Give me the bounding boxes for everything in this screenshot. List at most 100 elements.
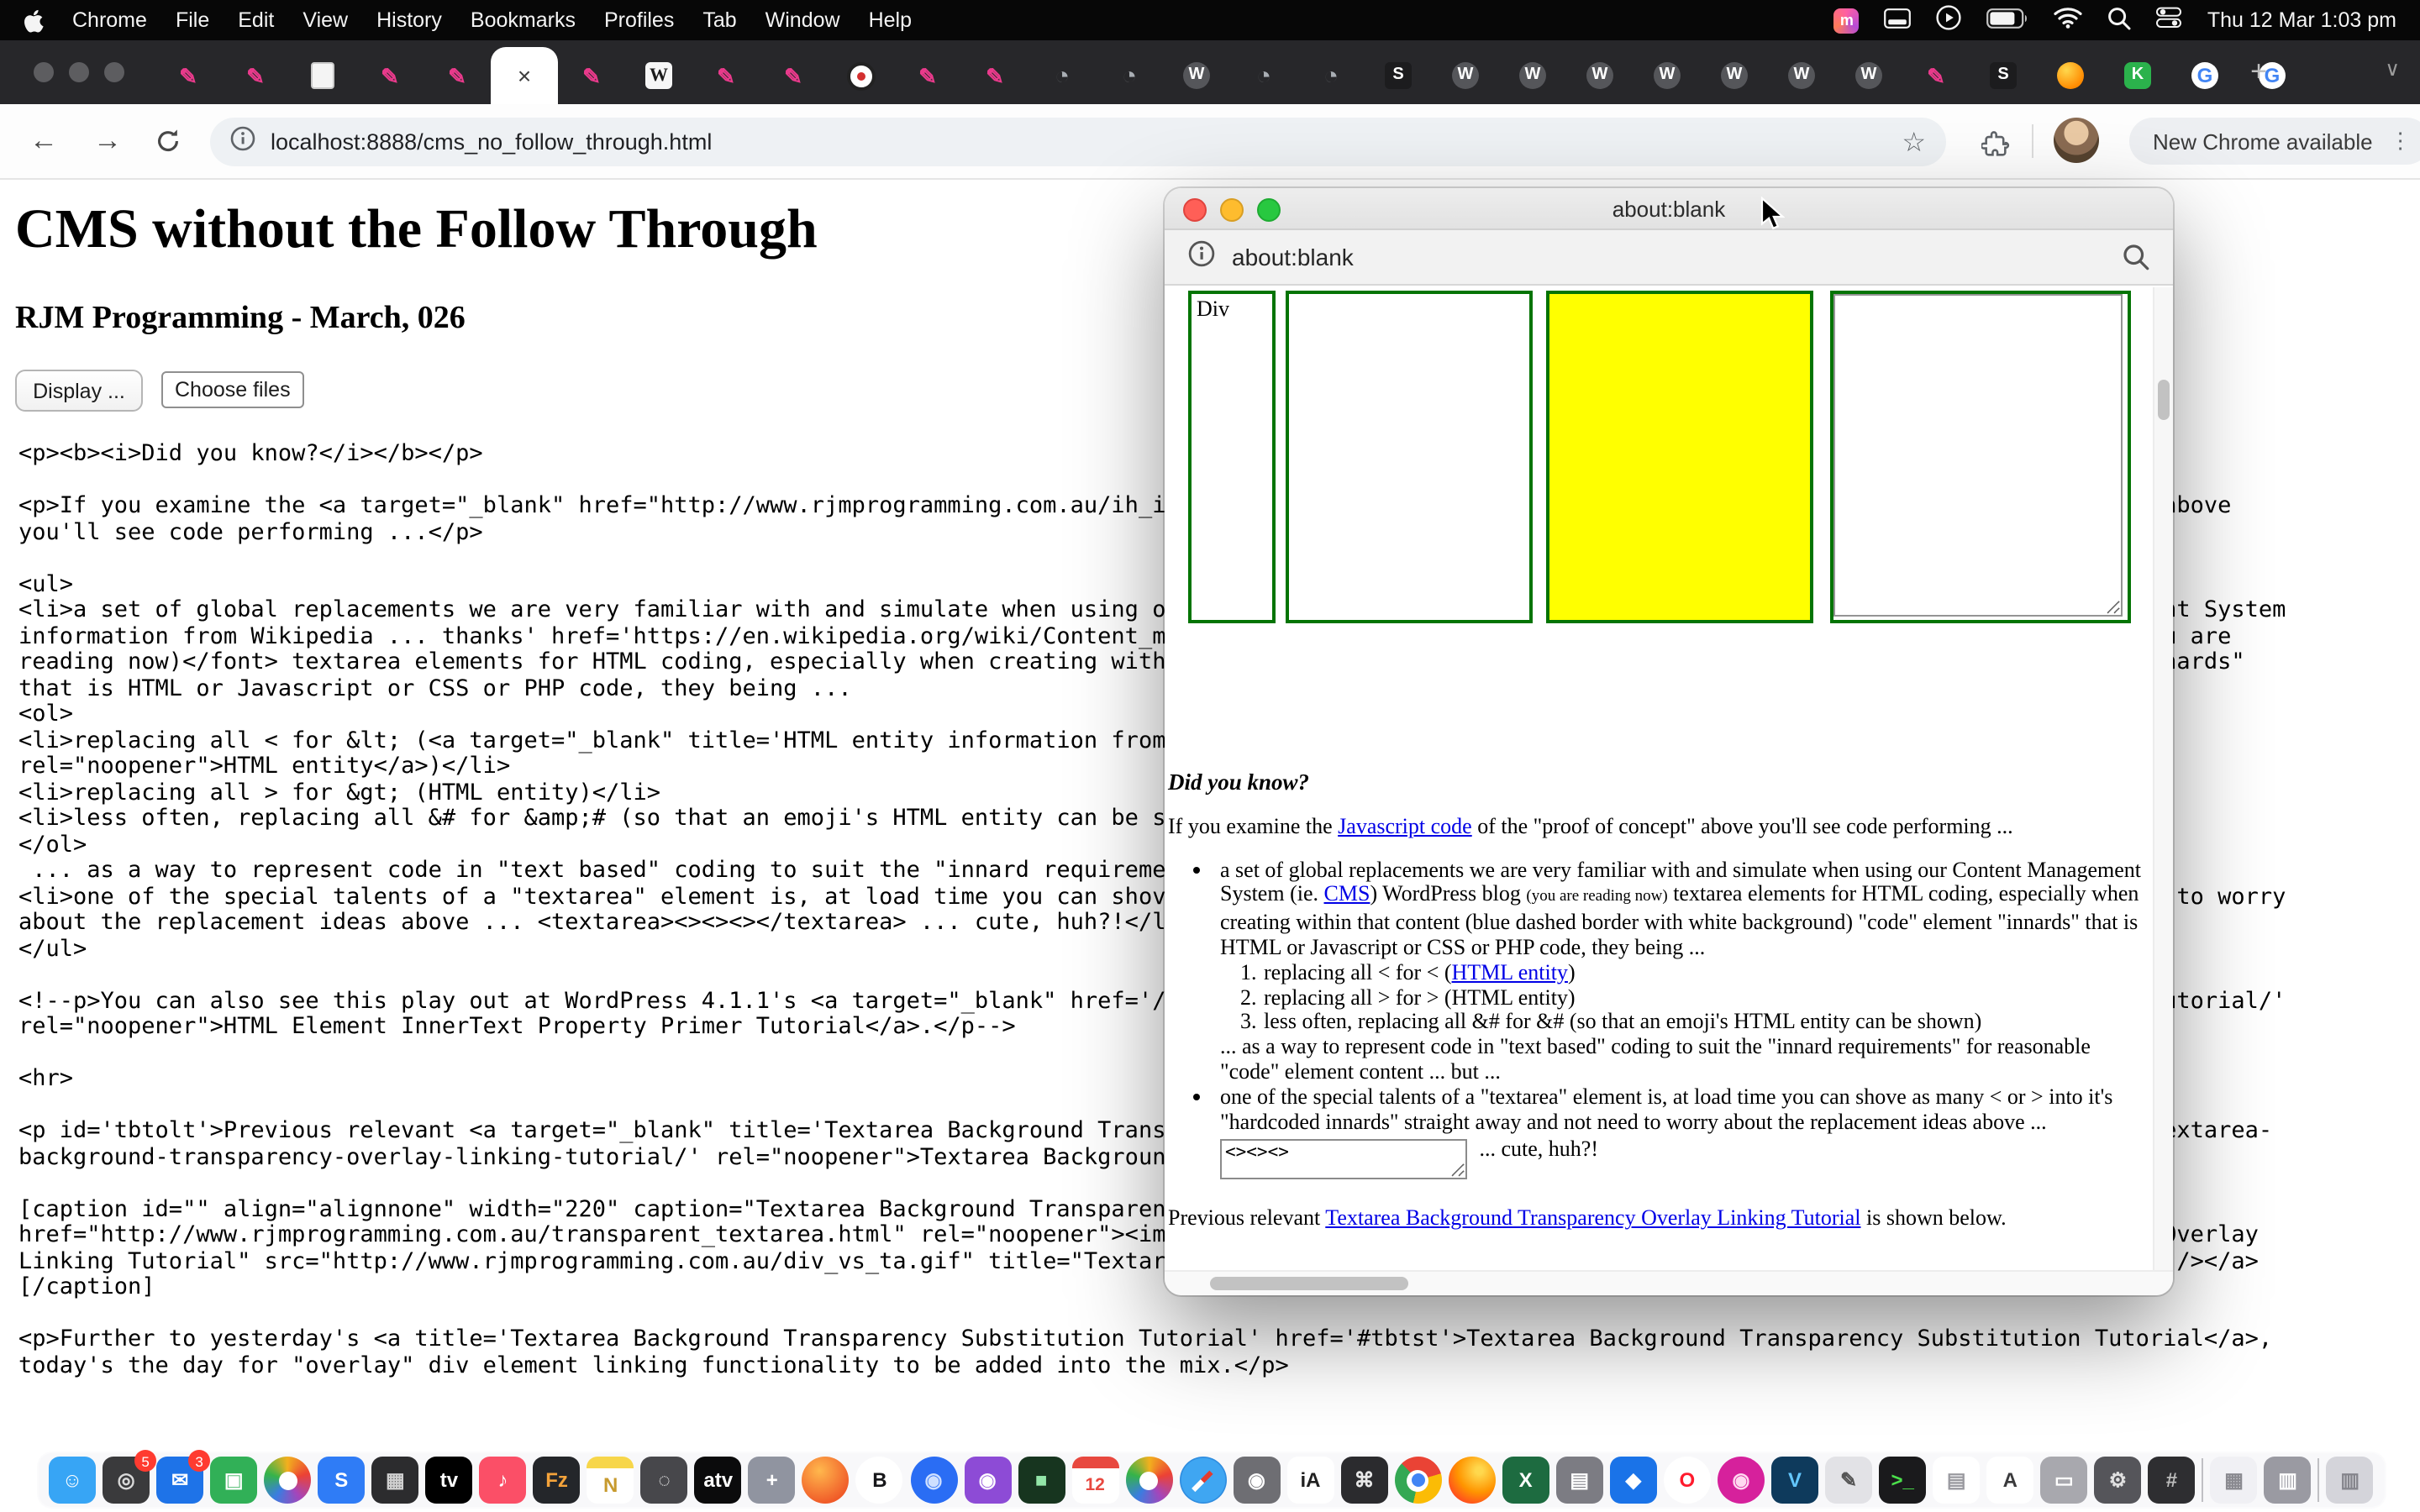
window-zoom-button[interactable] bbox=[104, 62, 124, 82]
browser-tab[interactable]: ◔ bbox=[1096, 47, 1163, 104]
dock-app-icon[interactable]: ✎ bbox=[1825, 1457, 1872, 1504]
display-mirroring-icon[interactable] bbox=[1885, 8, 1912, 33]
display-button[interactable]: Display ... bbox=[15, 370, 143, 412]
window-close-button[interactable] bbox=[34, 62, 54, 82]
browser-tab[interactable]: ✎ bbox=[760, 47, 827, 104]
browser-tab[interactable]: ✎ bbox=[155, 47, 222, 104]
dock-app-icon[interactable]: ▤ bbox=[1556, 1457, 1603, 1504]
menu-bar-item[interactable]: Profiles bbox=[604, 8, 674, 32]
browser-tab[interactable]: W bbox=[1835, 47, 1902, 104]
menu-bar-item[interactable]: Tab bbox=[702, 8, 736, 32]
extensions-puzzle-icon[interactable] bbox=[1975, 124, 2015, 165]
dock-app-icon[interactable]: ☺ bbox=[49, 1457, 96, 1504]
reload-button[interactable] bbox=[148, 121, 188, 161]
window-minimize-button[interactable] bbox=[69, 62, 89, 82]
dock-app-icon[interactable]: ▣ bbox=[210, 1457, 257, 1504]
browser-tab[interactable]: S bbox=[1970, 47, 2037, 104]
address-bar[interactable]: localhost:8888/cms_no_follow_through.htm… bbox=[210, 118, 1946, 166]
dock-app-icon[interactable]: # bbox=[2148, 1457, 2195, 1504]
browser-tab[interactable] bbox=[827, 47, 894, 104]
profile-avatar[interactable] bbox=[2054, 118, 2099, 163]
dock-app-icon[interactable]: Fz bbox=[534, 1457, 581, 1504]
browser-tab[interactable]: W bbox=[1432, 47, 1499, 104]
popup-title-bar[interactable]: about:blank bbox=[1165, 188, 2173, 230]
browser-tab[interactable]: W bbox=[1566, 47, 1634, 104]
spotlight-search-icon[interactable] bbox=[2108, 6, 2132, 34]
dock-app-icon[interactable]: X bbox=[1502, 1457, 1549, 1504]
forward-button[interactable]: → bbox=[87, 121, 128, 161]
menu-bar-item[interactable]: History bbox=[376, 8, 442, 32]
browser-tab[interactable]: W bbox=[1701, 47, 1768, 104]
dock-app-icon[interactable]: >_ bbox=[1879, 1457, 1926, 1504]
dock-app-icon[interactable] bbox=[802, 1457, 850, 1504]
chrome-update-button[interactable]: New Chrome available ⋮ bbox=[2129, 118, 2420, 165]
apple-menu-icon[interactable] bbox=[24, 8, 44, 33]
dock-app-icon[interactable]: ■ bbox=[1018, 1457, 1065, 1504]
dock-app-icon[interactable]: O bbox=[1664, 1457, 1711, 1504]
choose-files-button[interactable]: Choose files bbox=[161, 371, 304, 408]
dock-app-icon[interactable]: ◉ bbox=[910, 1457, 957, 1504]
dock-app-icon[interactable]: atv bbox=[695, 1457, 742, 1504]
dock-app-icon[interactable]: tv bbox=[425, 1457, 472, 1504]
status-app-icon[interactable]: m bbox=[1834, 8, 1860, 33]
mini-demo-textarea[interactable]: <><><> bbox=[1220, 1140, 1467, 1180]
browser-tab[interactable]: K bbox=[2104, 47, 2171, 104]
popup-horizontal-scrollbar[interactable] bbox=[1165, 1270, 2173, 1295]
menu-bar-item[interactable]: View bbox=[302, 8, 348, 32]
dock-app-icon[interactable]: ♪ bbox=[480, 1457, 527, 1504]
dock-app-icon[interactable]: 12 bbox=[1071, 1457, 1118, 1504]
browser-tab[interactable]: W bbox=[1163, 47, 1230, 104]
dock-app-icon[interactable]: ◆ bbox=[1610, 1457, 1657, 1504]
dock-app-icon[interactable]: + bbox=[749, 1457, 796, 1504]
popup-zoom-search-icon[interactable] bbox=[2123, 244, 2149, 270]
site-info-icon[interactable] bbox=[230, 125, 255, 159]
browser-tab[interactable]: × bbox=[491, 47, 558, 104]
browser-tab[interactable]: ✎ bbox=[356, 47, 424, 104]
popup-url-text[interactable]: about:blank bbox=[1232, 244, 1354, 270]
browser-tab[interactable]: G bbox=[2171, 47, 2238, 104]
dock-app-icon[interactable]: ◉ bbox=[1718, 1457, 1765, 1504]
dock-app-icon[interactable] bbox=[1449, 1457, 1496, 1504]
popup-horizontal-scroll-thumb[interactable] bbox=[1210, 1277, 1408, 1290]
browser-menu-kebab-icon[interactable]: ⋮ bbox=[2390, 128, 2412, 155]
browser-tab[interactable]: ✎ bbox=[894, 47, 961, 104]
browser-tab[interactable]: ✎ bbox=[558, 47, 625, 104]
javascript-code-link[interactable]: Javascript code bbox=[1338, 813, 1472, 838]
browser-tab[interactable]: ✎ bbox=[222, 47, 289, 104]
browser-tab[interactable]: W bbox=[1768, 47, 1835, 104]
dock-app-icon[interactable] bbox=[1395, 1457, 1442, 1504]
browser-tab[interactable]: ✎ bbox=[424, 47, 491, 104]
browser-tab[interactable]: ✎ bbox=[961, 47, 1028, 104]
browser-tab[interactable]: W bbox=[625, 47, 692, 104]
dock-app-icon[interactable]: B bbox=[856, 1457, 903, 1504]
dock-app-icon[interactable]: ▤ bbox=[1933, 1457, 1980, 1504]
play-status-icon[interactable] bbox=[1937, 5, 1962, 35]
browser-tab[interactable] bbox=[289, 47, 356, 104]
dock-app-icon[interactable] bbox=[2318, 1458, 2320, 1502]
tab-overflow-chevron-icon[interactable]: ∨ bbox=[2385, 57, 2400, 81]
menu-bar-item[interactable]: Bookmarks bbox=[471, 8, 576, 32]
bookmark-star-icon[interactable]: ☆ bbox=[1902, 125, 1926, 159]
dock-app-icon[interactable]: ◌ bbox=[641, 1457, 688, 1504]
dock-app-icon[interactable] bbox=[1125, 1457, 1172, 1504]
menu-bar-item[interactable]: File bbox=[176, 8, 209, 32]
popup-window[interactable]: about:blank about:blank Div Did you know… bbox=[1165, 188, 2173, 1295]
dock-app-icon[interactable]: ▦ bbox=[371, 1457, 418, 1504]
browser-tab[interactable]: ✎ bbox=[1902, 47, 1970, 104]
dock-app-icon[interactable]: ⌘ bbox=[1341, 1457, 1388, 1504]
dock-app-icon[interactable]: ⚙ bbox=[2094, 1457, 2141, 1504]
menu-bar-item[interactable]: Help bbox=[869, 8, 912, 32]
dock-app-icon[interactable] bbox=[1179, 1457, 1226, 1504]
browser-tab[interactable] bbox=[2037, 47, 2104, 104]
menu-bar-clock[interactable]: Thu 12 Mar 1:03 pm bbox=[2207, 8, 2396, 32]
dock-app-icon[interactable]: V bbox=[1771, 1457, 1818, 1504]
dock-app-icon[interactable]: ▦ bbox=[2211, 1457, 2258, 1504]
url-text[interactable]: localhost:8888/cms_no_follow_through.htm… bbox=[271, 129, 712, 155]
dock-app-icon[interactable]: iA bbox=[1286, 1457, 1334, 1504]
cms-link[interactable]: CMS bbox=[1324, 881, 1370, 906]
browser-tab[interactable]: ◔ bbox=[1297, 47, 1365, 104]
dock-app-icon[interactable] bbox=[264, 1457, 311, 1504]
menu-bar-item[interactable]: Chrome bbox=[72, 8, 147, 32]
browser-tab[interactable]: ◔ bbox=[1230, 47, 1297, 104]
dock-app-icon[interactable]: ◎ 5 bbox=[103, 1457, 150, 1504]
